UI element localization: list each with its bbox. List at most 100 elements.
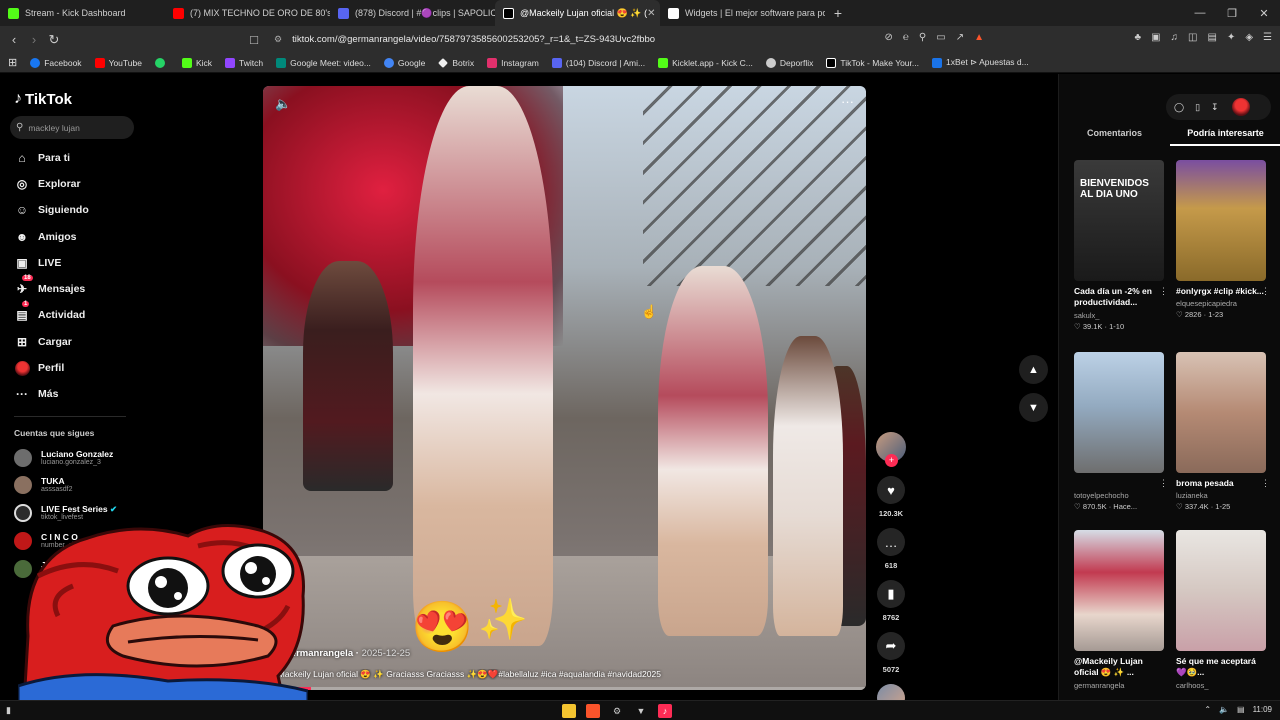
site-info-icon[interactable]: ⚙ bbox=[274, 34, 282, 45]
network-icon[interactable]: ▤ bbox=[1237, 705, 1245, 714]
bookmark-tiktok[interactable]: TikTok - Make Your... bbox=[826, 57, 919, 68]
tab-tiktok[interactable]: @Mackeily Lujan oficial 😍 ✨ (✕ bbox=[495, 0, 660, 26]
user-avatar[interactable] bbox=[1231, 98, 1250, 116]
bookmark-discord[interactable]: (104) Discord | Ami... bbox=[551, 57, 645, 68]
brave-shield-icon[interactable]: ▲ bbox=[974, 32, 984, 43]
new-tab-button[interactable]: + bbox=[825, 5, 851, 21]
sidebar-item-perfil[interactable]: Perfil bbox=[14, 358, 64, 378]
card-more-icon[interactable]: ⋮ bbox=[1159, 478, 1168, 489]
author-avatar[interactable]: + bbox=[876, 432, 906, 467]
device-icon[interactable]: ▯ bbox=[1195, 102, 1200, 113]
brave-browser-icon[interactable] bbox=[586, 704, 600, 718]
back-icon[interactable]: ‹ bbox=[4, 32, 24, 47]
zoom-icon[interactable]: ⚲ bbox=[919, 32, 926, 43]
sidebar-item-amigos[interactable]: ☻ Amigos bbox=[14, 227, 77, 247]
bookmark-kicklet[interactable]: Kicklet.app - Kick C... bbox=[658, 57, 753, 68]
bookmark-instagram[interactable]: Instagram bbox=[487, 57, 539, 68]
volume-icon[interactable]: 🔈 bbox=[275, 96, 291, 112]
forward-icon[interactable]: › bbox=[24, 32, 44, 47]
like-action[interactable]: ♥ 120.3K bbox=[873, 476, 909, 518]
bookmark-youtube[interactable]: YouTube bbox=[94, 57, 142, 68]
tray-chevron-up-icon[interactable]: ⌃ bbox=[1204, 705, 1211, 714]
close-window-icon[interactable]: ✕ bbox=[1248, 0, 1280, 26]
bookmark-google[interactable]: Google bbox=[383, 57, 425, 68]
wallet-icon[interactable]: ▤ bbox=[1207, 32, 1216, 43]
video-player[interactable]: 😍 ✨ 🔈 ··· ☝ germanrangela · 2025-12-25 #… bbox=[263, 86, 866, 690]
following-account[interactable]: Luciano Gonzalez luciano.gonzalez_3 bbox=[14, 449, 113, 467]
bookmark-deporflix[interactable]: Deporflix bbox=[765, 57, 813, 68]
vivaldi-icon[interactable]: ▼ bbox=[634, 704, 648, 718]
share-action[interactable]: ➦ 5072 bbox=[873, 632, 909, 674]
menu-icon[interactable]: ☰ bbox=[1263, 32, 1272, 43]
screenshot-icon[interactable]: ▣ bbox=[1151, 32, 1160, 43]
share-arrow-icon[interactable]: ➦ bbox=[877, 632, 905, 660]
sidebar-item-cargar[interactable]: ⊞ Cargar bbox=[14, 332, 72, 352]
sidebar-item-live[interactable]: ▣ LIVE bbox=[14, 253, 61, 273]
sidebar-item-actividad[interactable]: ▤ 1 Actividad bbox=[14, 301, 85, 325]
comment-action[interactable]: … 618 bbox=[873, 528, 909, 570]
tab-comentarios[interactable]: Comentarios bbox=[1059, 126, 1170, 146]
tab-youtube[interactable]: (7) MIX TECHNO DE ORO DE 80's & 9 bbox=[165, 0, 330, 26]
sidebar-item-mensajes[interactable]: ✈ 18 Mensajes bbox=[14, 275, 85, 299]
bookmark-botrix[interactable]: Botrix bbox=[438, 58, 474, 68]
bookmark-icon[interactable]: ▮ bbox=[877, 580, 905, 608]
sidebar-item-siguiendo[interactable]: ☺ Siguiendo bbox=[14, 200, 89, 220]
address-bar[interactable]: ⚙ tiktok.com/@germanrangela/video/758797… bbox=[266, 29, 992, 50]
volume-tray-icon[interactable]: 🔈 bbox=[1219, 705, 1229, 714]
close-tab-icon[interactable]: ✕ bbox=[647, 8, 655, 19]
vpn-icon[interactable]: ◈ bbox=[1245, 32, 1253, 43]
bookmark-facebook[interactable]: Facebook bbox=[30, 57, 82, 68]
start-icon[interactable]: ▮ bbox=[6, 705, 11, 716]
restore-icon[interactable]: ❐ bbox=[1216, 0, 1248, 26]
sidebar-item-explorar[interactable]: ◎ Explorar bbox=[14, 174, 81, 194]
recommended-video-card[interactable]: totoyelpechocho ♡ 870.5K · Hace... ⋮ bbox=[1074, 352, 1168, 511]
tiktok-logo[interactable]: ♪ TikTok bbox=[14, 90, 72, 108]
bookmark-twitch[interactable]: Twitch bbox=[225, 57, 263, 68]
comment-icon[interactable]: … bbox=[877, 528, 905, 556]
bookmark-kick[interactable]: Kick bbox=[181, 57, 212, 68]
tab-discord[interactable]: (878) Discord | #🟣clips | SAPOLIC bbox=[330, 0, 495, 26]
bookmark-google-meet[interactable]: Google Meet: video... bbox=[276, 57, 371, 68]
bookmark-whatsapp[interactable] bbox=[154, 57, 169, 68]
heart-icon[interactable]: ♥ bbox=[877, 476, 905, 504]
clock[interactable]: 11:09 bbox=[1253, 705, 1272, 714]
coins-icon[interactable]: ◯ bbox=[1174, 102, 1184, 113]
follow-plus-icon[interactable]: + bbox=[885, 454, 898, 467]
media-icon[interactable]: ♫ bbox=[1171, 32, 1179, 43]
bookmark-page-icon[interactable]: □ bbox=[244, 32, 264, 47]
recommended-video-card[interactable]: Sé que me aceptará 💜🥹... carlhoos_ bbox=[1176, 530, 1266, 690]
previous-video-button[interactable]: ▲ bbox=[1019, 355, 1048, 384]
recommended-video-card[interactable]: broma pesada luzianeka ♡ 337.4K · 1-25 ⋮ bbox=[1176, 352, 1270, 511]
video-more-icon[interactable]: ··· bbox=[841, 94, 854, 109]
card-more-icon[interactable]: ⋮ bbox=[1261, 286, 1270, 297]
following-account[interactable]: TUKA asssasdf2 bbox=[14, 476, 73, 494]
recommended-video-card[interactable]: @Mackeily Lujan oficial 😍 ✨ ... germanra… bbox=[1074, 530, 1164, 690]
save-action[interactable]: ▮ 8762 bbox=[873, 580, 909, 622]
apps-grid-icon[interactable]: ⊞ bbox=[8, 56, 17, 69]
no-tracking-icon[interactable]: ⊘ bbox=[885, 32, 893, 43]
search-input[interactable]: ⚲ mackley lujan bbox=[10, 116, 134, 139]
tab-widgets[interactable]: Widgets | El mejor software para poten bbox=[660, 0, 825, 26]
sidebar-item-mas[interactable]: ··· Más bbox=[14, 384, 58, 404]
settings-icon[interactable]: ⚙ bbox=[610, 704, 624, 718]
card-more-icon[interactable]: ⋮ bbox=[1159, 286, 1168, 297]
reload-icon[interactable]: ↻ bbox=[44, 32, 64, 48]
tiktok-app-icon[interactable]: ♪ bbox=[658, 704, 672, 718]
sidebar-item-para-ti[interactable]: ⌂ Para ti bbox=[14, 148, 70, 168]
sidebar-toggle-icon[interactable]: ◫ bbox=[1188, 32, 1197, 43]
translate-icon[interactable]: ℮ bbox=[903, 32, 909, 43]
card-more-icon[interactable]: ⋮ bbox=[1261, 478, 1270, 489]
tab-podria-interesarte[interactable]: Podría interesarte bbox=[1170, 126, 1280, 146]
share-icon[interactable]: ↗ bbox=[956, 32, 964, 43]
minimize-icon[interactable]: — bbox=[1184, 0, 1216, 26]
file-explorer-icon[interactable] bbox=[562, 704, 576, 718]
video-progress-bar[interactable] bbox=[263, 687, 866, 690]
tab-kick-dashboard[interactable]: Stream - Kick Dashboard bbox=[0, 0, 165, 26]
leo-ai-icon[interactable]: ✦ bbox=[1227, 32, 1235, 43]
extensions-icon[interactable]: ♣ bbox=[1135, 32, 1142, 43]
bookmark-1xbet[interactable]: 1xBet ⊳ Apuestas d... bbox=[932, 57, 1029, 68]
next-video-button[interactable]: ▼ bbox=[1019, 393, 1048, 422]
download-icon[interactable]: ↧ bbox=[1211, 102, 1219, 113]
recommended-video-card[interactable]: #onlyrgx #clip #kick... elquesepicapiedr… bbox=[1176, 160, 1270, 319]
recommended-video-card[interactable]: BIENVENIDOS AL DIA UNO Cada día un -2% e… bbox=[1074, 160, 1168, 331]
